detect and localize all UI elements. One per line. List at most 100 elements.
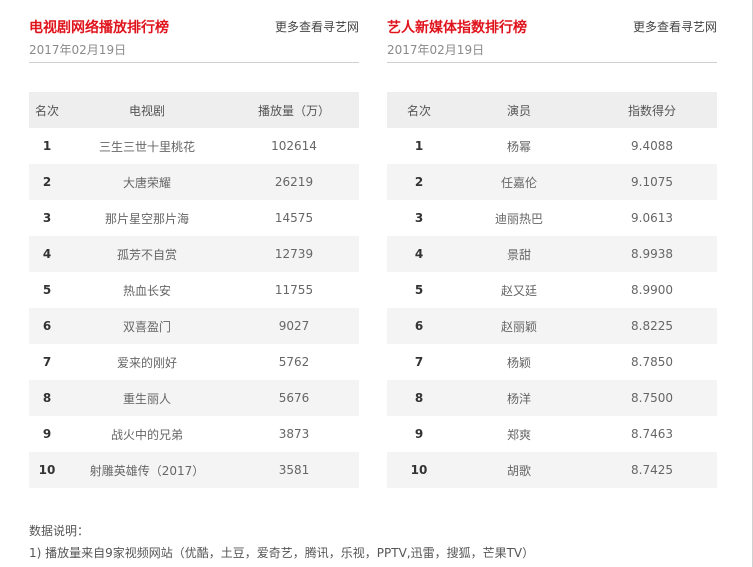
table-row: 7 爱来的刚好 5762 bbox=[29, 344, 359, 380]
index-score-cell: 8.8225 bbox=[587, 308, 717, 344]
actor-name-cell: 杨幂 bbox=[506, 139, 531, 154]
drama-name-cell: 战火中的兄弟 bbox=[110, 427, 183, 442]
more-link[interactable]: 更多查看寻艺网 bbox=[275, 18, 359, 35]
column-header-rank: 名次 bbox=[29, 92, 65, 128]
table-row: 2 任嘉伦 9.1075 bbox=[387, 164, 717, 200]
rank-cell: 1 bbox=[414, 139, 424, 153]
table-row: 9 战火中的兄弟 3873 bbox=[29, 416, 359, 452]
column-header-drama: 电视剧 bbox=[65, 92, 229, 128]
rank-cell: 8 bbox=[29, 380, 65, 416]
more-link[interactable]: 更多查看寻艺网 bbox=[633, 18, 717, 35]
rank-cell: 10 bbox=[387, 452, 451, 488]
actor-name-cell: 郑爽 bbox=[506, 427, 531, 442]
rank-cell: 8 bbox=[387, 380, 451, 416]
table-row: 5 热血长安 11755 bbox=[29, 272, 359, 308]
table-row: 10 胡歌 8.7425 bbox=[387, 452, 717, 488]
data-notes: 数据说明： 1) 播放量来自9家视频网站（优酷，土豆，爱奇艺，腾讯，乐视，PPT… bbox=[29, 523, 534, 567]
actor-name-cell: 景甜 bbox=[451, 236, 587, 272]
index-score-cell: 8.7500 bbox=[587, 380, 717, 416]
rank-cell: 5 bbox=[42, 283, 52, 297]
rank-cell: 4 bbox=[29, 236, 65, 272]
panel-title: 艺人新媒体指数排行榜 bbox=[387, 20, 527, 36]
artist-ranking-table: 名次 演员 指数得分 1 杨幂 9.4088 2 任嘉伦 9.1075 3 迪丽… bbox=[387, 92, 717, 488]
rank-cell: 9 bbox=[42, 427, 52, 441]
table-row: 6 赵丽颖 8.8225 bbox=[387, 308, 717, 344]
rank-cell: 2 bbox=[387, 164, 451, 200]
table-row: 7 杨颖 8.7850 bbox=[387, 344, 717, 380]
drama-name-cell: 爱来的刚好 bbox=[116, 355, 177, 370]
table-header-row: 名次 电视剧 播放量（万） bbox=[29, 92, 359, 128]
play-count-cell: 26219 bbox=[229, 164, 359, 200]
actor-name-cell: 迪丽热巴 bbox=[494, 211, 543, 226]
drama-name-cell: 三生三世十里桃花 bbox=[98, 139, 195, 154]
column-header-plays: 播放量（万） bbox=[229, 92, 359, 128]
actor-name-cell: 任嘉伦 bbox=[451, 164, 587, 200]
index-score-cell: 8.7425 bbox=[587, 452, 717, 488]
rank-cell: 3 bbox=[42, 211, 52, 225]
actor-name-cell: 赵又廷 bbox=[500, 283, 537, 298]
panel-date: 2017年02月19日 bbox=[29, 43, 127, 57]
rank-cell: 2 bbox=[29, 164, 65, 200]
table-row: 8 杨洋 8.7500 bbox=[387, 380, 717, 416]
drama-name-cell: 重生丽人 bbox=[65, 380, 229, 416]
actor-name-cell: 赵丽颖 bbox=[451, 308, 587, 344]
panel-header: 电视剧网络播放排行榜 更多查看寻艺网 2017年02月19日 bbox=[29, 14, 359, 63]
rank-cell: 7 bbox=[414, 355, 424, 369]
rank-cell: 10 bbox=[29, 452, 65, 488]
index-score-cell: 9.4088 bbox=[631, 139, 673, 153]
play-count-cell: 3873 bbox=[278, 427, 310, 441]
rank-cell: 6 bbox=[387, 308, 451, 344]
index-score-cell: 8.9900 bbox=[631, 283, 673, 297]
rank-cell: 7 bbox=[42, 355, 52, 369]
rank-cell: 6 bbox=[29, 308, 65, 344]
play-count-cell: 102614 bbox=[271, 139, 317, 153]
play-count-cell: 9027 bbox=[229, 308, 359, 344]
panel-header: 艺人新媒体指数排行榜 更多查看寻艺网 2017年02月19日 bbox=[387, 14, 717, 63]
rank-cell: 1 bbox=[42, 139, 52, 153]
drama-name-cell: 射雕英雄传（2017） bbox=[65, 452, 229, 488]
table-row: 3 迪丽热巴 9.0613 bbox=[387, 200, 717, 236]
table-row: 6 双喜盈门 9027 bbox=[29, 308, 359, 344]
panel-title: 电视剧网络播放排行榜 bbox=[29, 20, 169, 36]
rank-cell: 3 bbox=[414, 211, 424, 225]
rank-cell: 5 bbox=[414, 283, 424, 297]
actor-name-cell: 胡歌 bbox=[451, 452, 587, 488]
table-row: 1 杨幂 9.4088 bbox=[387, 128, 717, 164]
artist-ranking-panel: 艺人新媒体指数排行榜 更多查看寻艺网 2017年02月19日 名次 演员 指数得… bbox=[387, 14, 717, 488]
rank-cell: 9 bbox=[414, 427, 424, 441]
play-count-cell: 14575 bbox=[274, 211, 314, 225]
drama-name-cell: 双喜盈门 bbox=[65, 308, 229, 344]
play-count-cell: 3581 bbox=[229, 452, 359, 488]
index-score-cell: 9.1075 bbox=[587, 164, 717, 200]
table-row: 3 那片星空那片海 14575 bbox=[29, 200, 359, 236]
table-row: 5 赵又廷 8.9900 bbox=[387, 272, 717, 308]
table-row: 9 郑爽 8.7463 bbox=[387, 416, 717, 452]
table-row: 1 三生三世十里桃花 102614 bbox=[29, 128, 359, 164]
table-row: 8 重生丽人 5676 bbox=[29, 380, 359, 416]
drama-name-cell: 热血长安 bbox=[122, 283, 171, 298]
notes-line: 1) 播放量来自9家视频网站（优酷，土豆，爱奇艺，腾讯，乐视，PPTV,迅雷，搜… bbox=[29, 546, 535, 560]
index-score-cell: 9.0613 bbox=[631, 211, 673, 225]
actor-name-cell: 杨洋 bbox=[451, 380, 587, 416]
rank-cell: 4 bbox=[387, 236, 451, 272]
panel-date: 2017年02月19日 bbox=[387, 43, 485, 57]
drama-ranking-panel: 电视剧网络播放排行榜 更多查看寻艺网 2017年02月19日 名次 电视剧 播放… bbox=[29, 14, 359, 488]
table-header-row: 名次 演员 指数得分 bbox=[387, 92, 717, 128]
index-score-cell: 8.9938 bbox=[587, 236, 717, 272]
column-header-actor: 演员 bbox=[451, 92, 587, 128]
play-count-cell: 5762 bbox=[278, 355, 310, 369]
drama-ranking-table: 名次 电视剧 播放量（万） 1 三生三世十里桃花 102614 2 大唐荣耀 2… bbox=[29, 92, 359, 488]
play-count-cell: 5676 bbox=[229, 380, 359, 416]
table-row: 4 孤芳不自赏 12739 bbox=[29, 236, 359, 272]
column-header-score: 指数得分 bbox=[587, 92, 717, 128]
play-count-cell: 11755 bbox=[274, 283, 314, 297]
actor-name-cell: 杨颖 bbox=[506, 355, 531, 370]
drama-name-cell: 孤芳不自赏 bbox=[65, 236, 229, 272]
table-row: 4 景甜 8.9938 bbox=[387, 236, 717, 272]
column-header-rank: 名次 bbox=[387, 92, 451, 128]
table-row: 10 射雕英雄传（2017） 3581 bbox=[29, 452, 359, 488]
drama-name-cell: 大唐荣耀 bbox=[65, 164, 229, 200]
table-row: 2 大唐荣耀 26219 bbox=[29, 164, 359, 200]
play-count-cell: 12739 bbox=[229, 236, 359, 272]
drama-name-cell: 那片星空那片海 bbox=[104, 211, 189, 226]
